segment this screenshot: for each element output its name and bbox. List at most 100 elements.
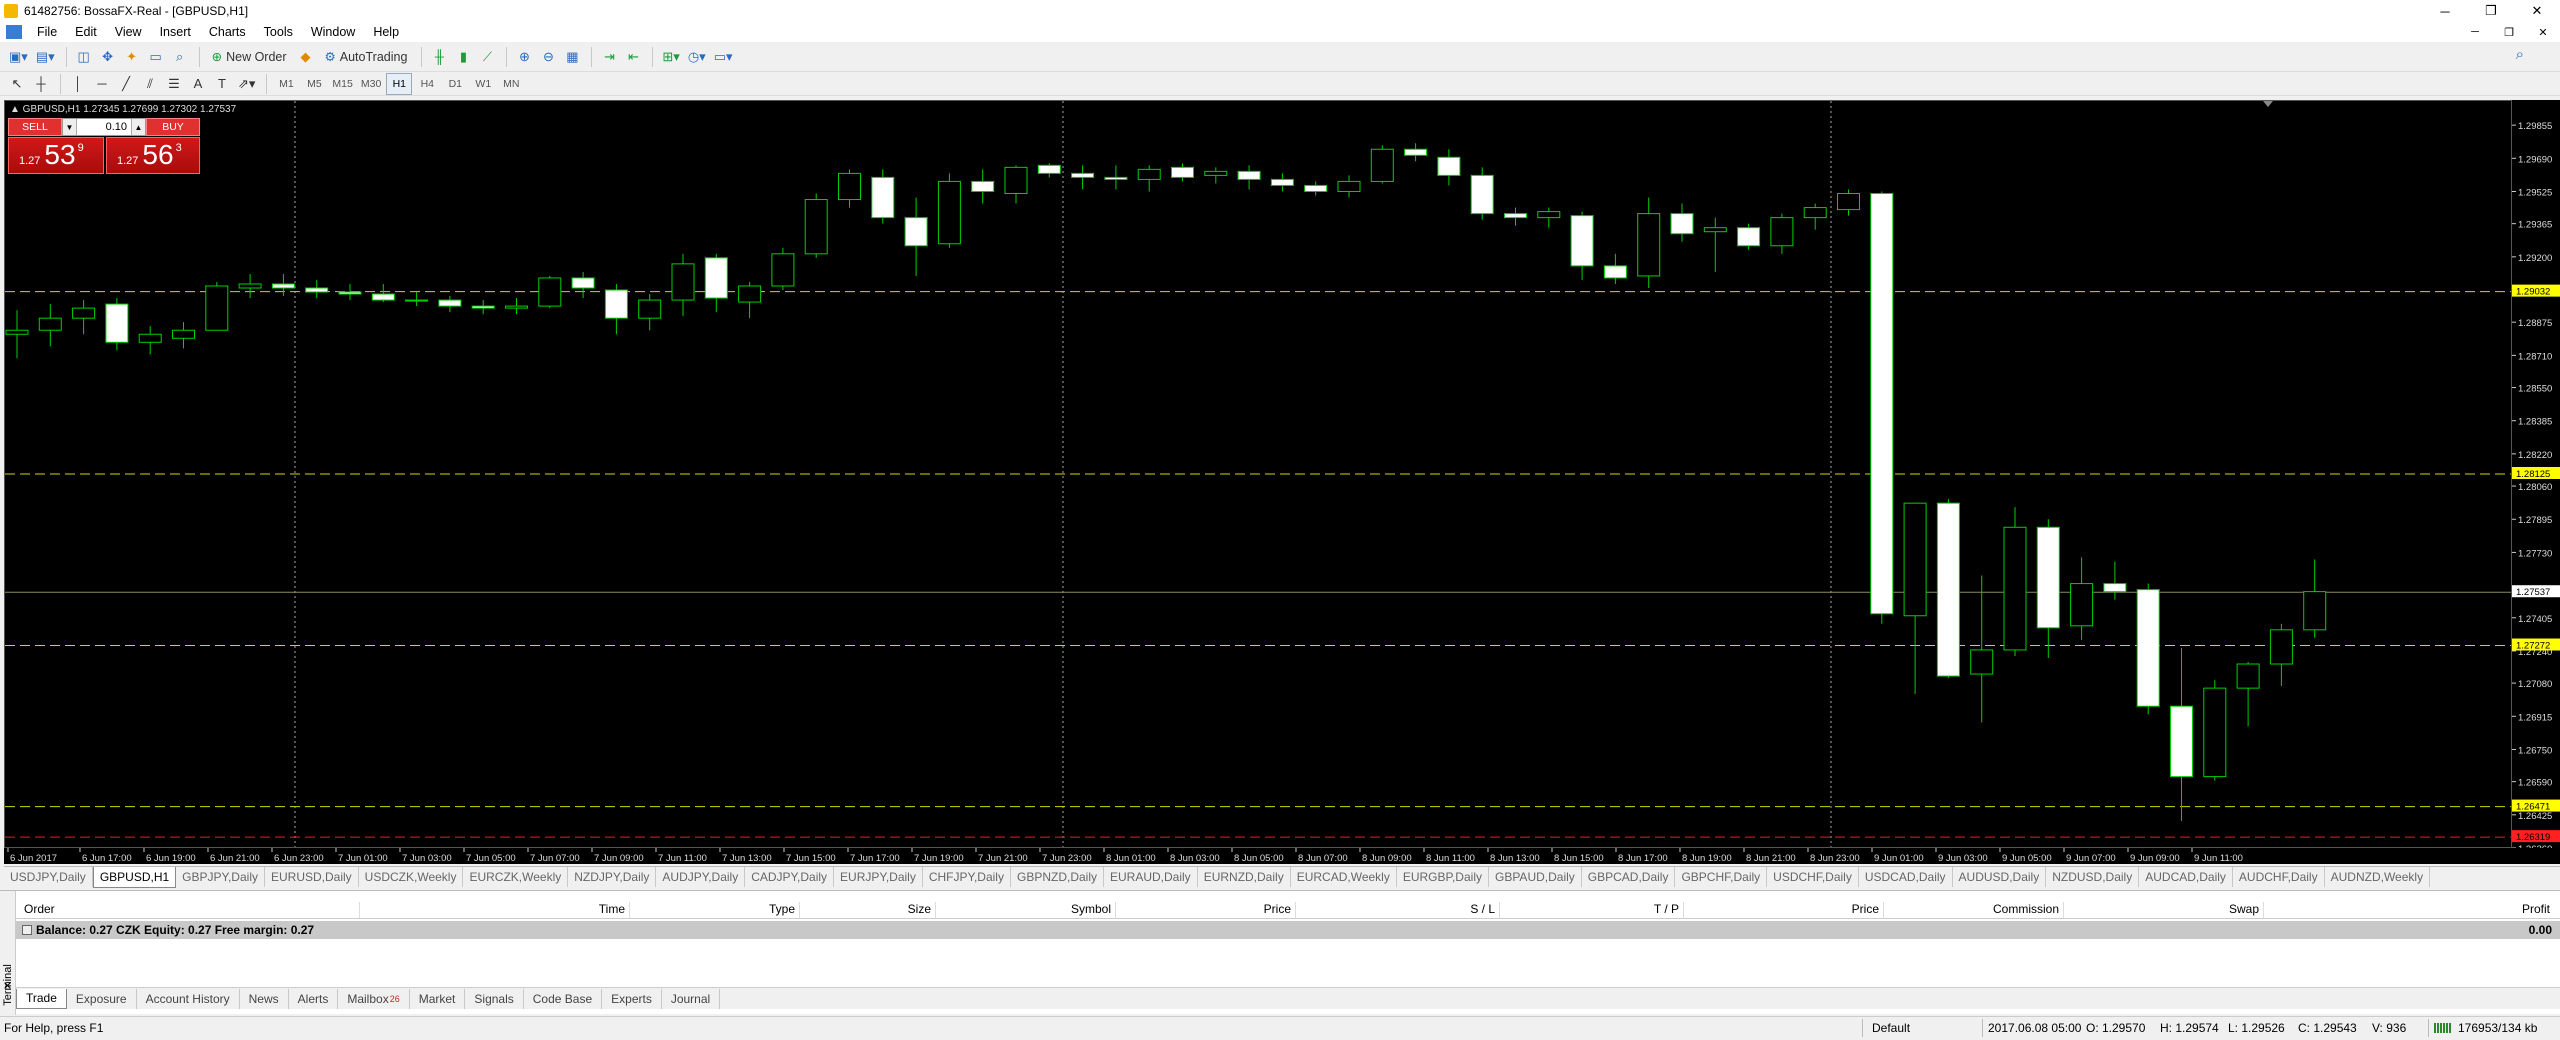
col-order[interactable]: Order xyxy=(20,902,360,918)
menu-insert[interactable]: Insert xyxy=(151,25,200,39)
chart-tab[interactable]: EURAUD,Daily xyxy=(1104,867,1198,887)
timeframe-w1[interactable]: W1 xyxy=(470,73,496,95)
mdi-minimize-button[interactable]: ─ xyxy=(2458,22,2492,42)
profiles-icon[interactable]: ▤▾ xyxy=(33,46,58,68)
col-time[interactable]: Time xyxy=(360,902,630,918)
periods-icon[interactable]: ◷▾ xyxy=(685,46,709,68)
metaeditor-icon[interactable]: ◆ xyxy=(295,46,317,68)
time-axis[interactable]: 6 Jun 2017 6 Jun 17:00 6 Jun 19:00 6 Jun 21… xyxy=(4,848,2560,864)
menu-help[interactable]: Help xyxy=(364,25,408,39)
chart-tab[interactable]: GBPJPY,Daily xyxy=(176,867,265,887)
equidistant-channel-icon[interactable]: ⫽ xyxy=(139,73,161,95)
tab-exposure[interactable]: Exposure xyxy=(67,988,137,1009)
chart-tab[interactable]: EURJPY,Daily xyxy=(834,867,923,887)
chart-tab[interactable]: USDJPY,Daily xyxy=(4,867,93,887)
chart-tab[interactable]: EURCZK,Weekly xyxy=(463,867,569,887)
chart-tab[interactable]: GBPAUD,Daily xyxy=(1489,867,1582,887)
col-sl[interactable]: S / L xyxy=(1296,902,1500,918)
market-watch-icon[interactable]: ◫ xyxy=(73,46,95,68)
data-window-icon[interactable]: ✥ xyxy=(97,46,119,68)
tab-news[interactable]: News xyxy=(240,988,289,1009)
candlesticks-icon[interactable]: ▮ xyxy=(452,46,474,68)
price-chart[interactable] xyxy=(4,100,2512,848)
timeframe-m15[interactable]: M15 xyxy=(329,73,355,95)
timeframe-mn[interactable]: MN xyxy=(498,73,524,95)
timeframe-m5[interactable]: M5 xyxy=(301,73,327,95)
chart-tab[interactable]: AUDUSD,Daily xyxy=(1953,867,2047,887)
chart-tab[interactable]: EURUSD,Daily xyxy=(265,867,359,887)
tab-market[interactable]: Market xyxy=(410,988,466,1009)
trendline-icon[interactable]: ╱ xyxy=(115,73,137,95)
tab-alerts[interactable]: Alerts xyxy=(289,988,339,1009)
menu-view[interactable]: View xyxy=(106,25,151,39)
new-chart-icon[interactable]: ▣▾ xyxy=(6,46,31,68)
mdi-close-button[interactable]: ✕ xyxy=(2526,22,2560,42)
horizontal-line-icon[interactable]: ─ xyxy=(91,73,113,95)
chart-tab[interactable]: AUDCAD,Daily xyxy=(2139,867,2233,887)
terminal-icon[interactable]: ▭ xyxy=(145,46,167,68)
col-commission[interactable]: Commission xyxy=(1884,902,2064,918)
chart-tab[interactable]: AUDCHF,Daily xyxy=(2233,867,2325,887)
chart-tab[interactable]: EURGBP,Daily xyxy=(1397,867,1489,887)
lot-decrease-icon[interactable]: ▼ xyxy=(63,119,77,135)
chart-tab[interactable]: GBPNZD,Daily xyxy=(1011,867,1104,887)
connection-meter-icon[interactable] xyxy=(2434,1023,2452,1033)
price-axis[interactable]: 1.29855 1.29690 1.29525 1.29365 1.29200 1.288… xyxy=(2512,100,2560,848)
text-icon[interactable]: A xyxy=(187,73,209,95)
tile-windows-icon[interactable]: ▦ xyxy=(561,46,583,68)
menu-edit[interactable]: Edit xyxy=(66,25,106,39)
timeframe-m1[interactable]: M1 xyxy=(273,73,299,95)
col-type[interactable]: Type xyxy=(630,902,800,918)
indicators-icon[interactable]: ⊞▾ xyxy=(659,46,682,68)
tab-trade[interactable]: Trade xyxy=(16,988,67,1009)
tab-signals[interactable]: Signals xyxy=(465,988,524,1009)
chart-tab[interactable]: USDCAD,Daily xyxy=(1859,867,1953,887)
restore-button[interactable]: ❐ xyxy=(2468,0,2514,22)
tab-account-history[interactable]: Account History xyxy=(137,988,240,1009)
navigator-icon[interactable]: ✦ xyxy=(121,46,143,68)
lot-size-input[interactable] xyxy=(77,119,131,135)
chart-tab[interactable]: GBPUSD,H1 xyxy=(92,867,177,888)
col-current-price[interactable]: Price xyxy=(1684,902,1884,918)
chart-shift-icon[interactable]: ⇤ xyxy=(622,46,644,68)
strategy-tester-icon[interactable]: ⌕ xyxy=(169,46,191,68)
timeframe-h1[interactable]: H1 xyxy=(386,72,413,95)
auto-scroll-icon[interactable]: ⇥ xyxy=(598,46,620,68)
tab-mailbox[interactable]: Mailbox 26 xyxy=(338,988,410,1009)
tab-code-base[interactable]: Code Base xyxy=(524,988,603,1009)
vertical-line-icon[interactable]: │ xyxy=(67,73,89,95)
chart-tab[interactable]: USDCHF,Daily xyxy=(1767,867,1859,887)
arrows-icon[interactable]: ⇗▾ xyxy=(235,73,258,95)
cursor-icon[interactable]: ↖ xyxy=(6,73,28,95)
chart-tab[interactable]: AUDNZD,Weekly xyxy=(2325,867,2431,887)
chart-tab[interactable]: NZDJPY,Daily xyxy=(568,867,657,887)
templates-icon[interactable]: ▭▾ xyxy=(711,46,736,68)
status-profile[interactable]: Default xyxy=(1872,1021,1910,1035)
sell-quote-button[interactable]: 1.27 53 9 xyxy=(8,137,104,174)
balance-row[interactable]: Balance: 0.27 CZK Equity: 0.27 Free marg… xyxy=(16,921,2560,939)
zoom-out-icon[interactable]: ⊖ xyxy=(537,46,559,68)
mdi-restore-button[interactable]: ❐ xyxy=(2492,22,2526,42)
menu-window[interactable]: Window xyxy=(302,25,364,39)
chart-tab[interactable]: EURCAD,Weekly xyxy=(1291,867,1397,887)
chart-window-icon[interactable] xyxy=(6,25,22,39)
col-tp[interactable]: T / P xyxy=(1500,902,1684,918)
timeframe-h4[interactable]: H4 xyxy=(414,73,440,95)
timeframe-m30[interactable]: M30 xyxy=(358,73,384,95)
chart-canvas[interactable] xyxy=(5,101,2512,848)
chart-tab[interactable]: NZDUSD,Daily xyxy=(2046,867,2140,887)
autotrading-button[interactable]: ⚙ AutoTrading xyxy=(319,46,414,68)
col-symbol[interactable]: Symbol xyxy=(936,902,1116,918)
buy-button[interactable]: BUY xyxy=(146,118,200,136)
zoom-in-icon[interactable]: ⊕ xyxy=(513,46,535,68)
line-chart-icon[interactable]: ⟋ xyxy=(476,46,498,68)
timeframe-d1[interactable]: D1 xyxy=(442,73,468,95)
text-label-icon[interactable]: T xyxy=(211,73,233,95)
menu-tools[interactable]: Tools xyxy=(255,25,302,39)
tab-journal[interactable]: Journal xyxy=(662,988,721,1009)
buy-quote-button[interactable]: 1.27 56 3 xyxy=(106,137,200,174)
col-price[interactable]: Price xyxy=(1116,902,1296,918)
crosshair-icon[interactable]: ┼ xyxy=(30,73,52,95)
menu-charts[interactable]: Charts xyxy=(200,25,255,39)
tab-experts[interactable]: Experts xyxy=(602,988,662,1009)
